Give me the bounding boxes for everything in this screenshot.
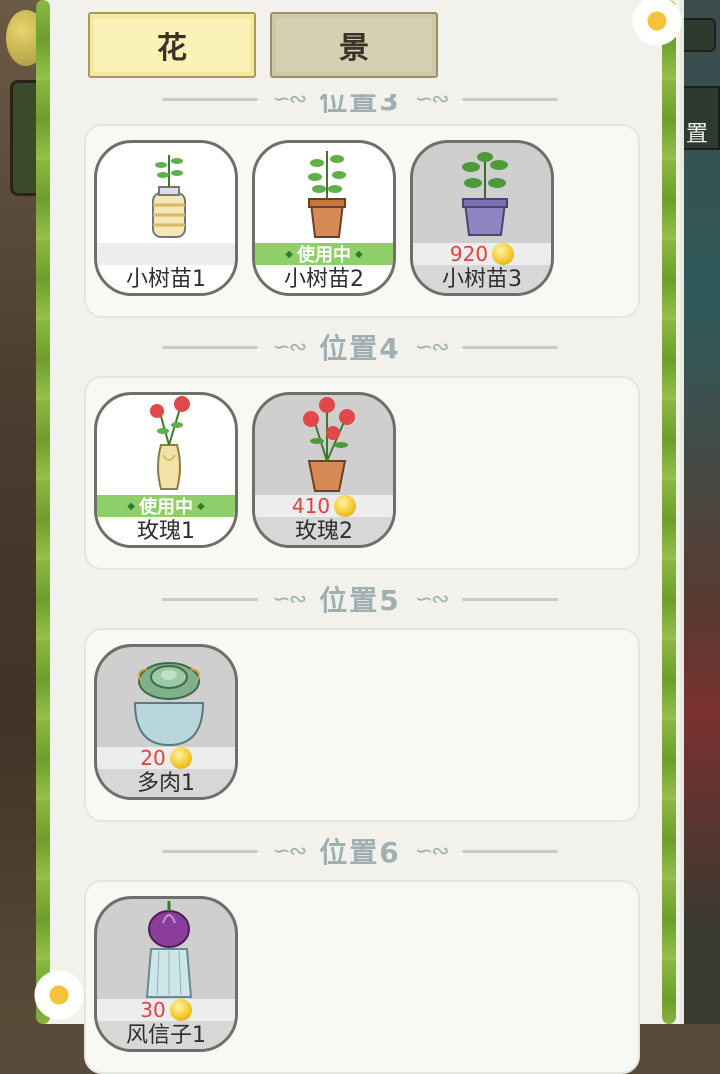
- price-text: 30: [140, 998, 166, 1022]
- divider-line: [461, 97, 558, 101]
- item-name: 多肉1: [97, 769, 235, 797]
- sapling-in-jar-icon: [97, 143, 235, 243]
- price-text: 920: [449, 242, 489, 266]
- item-card[interactable]: 30 风信子1: [94, 896, 238, 1052]
- price-band: 30: [97, 998, 235, 1022]
- item-name: 玫瑰2: [255, 517, 393, 545]
- in-use-band: ◆ 使用中 ◆: [97, 495, 235, 518]
- item-name: 玫瑰1: [97, 517, 235, 545]
- section-header: ∽∾ 位置6 ∽∾: [84, 834, 636, 869]
- sapling-in-blue-pot-icon: [413, 143, 551, 243]
- section-header: ∽∾ 位置5 ∽∾: [84, 582, 636, 617]
- tab-scenery[interactable]: 景: [270, 12, 438, 78]
- vine-border-left: [36, 0, 50, 1024]
- swirl-ornament-icon: ∽∾: [414, 586, 450, 612]
- swirl-ornament-icon: ∽∾: [272, 334, 307, 360]
- item-card[interactable]: 920 小树苗3: [410, 140, 554, 296]
- coin-icon: [169, 747, 192, 769]
- section-title: 位置4: [319, 332, 401, 365]
- vine-border-right: [662, 0, 676, 1024]
- in-use-band: ◆ 使用中 ◆: [255, 243, 393, 266]
- item-name: 小树苗2: [255, 265, 393, 293]
- divider-line: [162, 345, 259, 349]
- section-header: ∽∾ 位置4 ∽∾: [84, 330, 636, 365]
- item-card[interactable]: 410 玫瑰2: [252, 392, 396, 548]
- succulent-in-bowl-icon: [97, 647, 235, 747]
- roses-in-pot-icon: [255, 395, 393, 495]
- swirl-ornament-icon: ∽∾: [414, 838, 450, 864]
- coin-icon: [169, 999, 192, 1021]
- item-card[interactable]: 20 多肉1: [94, 644, 238, 800]
- divider-line: [461, 597, 558, 601]
- sapling-in-pot-icon: [255, 143, 393, 243]
- price-band: 920: [413, 242, 551, 266]
- price-band: 410: [255, 494, 393, 518]
- divider-line: [162, 97, 259, 101]
- divider-line: [461, 345, 558, 349]
- item-name: 风信子1: [97, 1021, 235, 1049]
- swirl-ornament-icon: ∽∾: [272, 586, 307, 612]
- item-name: 小树苗3: [413, 265, 551, 293]
- item-name: 小树苗1: [97, 265, 235, 293]
- rose-in-vase-icon: [97, 395, 235, 495]
- scroll-mask: [84, 80, 636, 94]
- coin-icon: [334, 495, 357, 517]
- diamond-icon: ◆: [197, 500, 205, 512]
- price-text: 410: [291, 494, 331, 518]
- tab-flowers[interactable]: 花: [88, 12, 256, 78]
- price-text: 20: [140, 746, 166, 770]
- item-card[interactable]: 小树苗1: [94, 140, 238, 296]
- divider-line: [461, 849, 558, 853]
- swirl-ornament-icon: ∽∾: [414, 334, 450, 360]
- status-band: [97, 243, 235, 265]
- diamond-icon: ◆: [285, 248, 293, 260]
- section-title: 位置6: [319, 836, 401, 869]
- item-card[interactable]: ◆ 使用中 ◆ 玫瑰1: [94, 392, 238, 548]
- price-band: 20: [97, 746, 235, 770]
- divider-line: [162, 597, 259, 601]
- section-title: 位置5: [319, 584, 401, 617]
- daisy-icon: [32, 968, 86, 1022]
- swirl-ornament-icon: ∽∾: [272, 838, 307, 864]
- coin-icon: [492, 243, 515, 265]
- diamond-icon: ◆: [127, 500, 135, 512]
- item-card[interactable]: ◆ 使用中 ◆ 小树苗2: [252, 140, 396, 296]
- divider-line: [162, 849, 259, 853]
- hyacinth-bulb-icon: [97, 899, 235, 999]
- diamond-icon: ◆: [355, 248, 363, 260]
